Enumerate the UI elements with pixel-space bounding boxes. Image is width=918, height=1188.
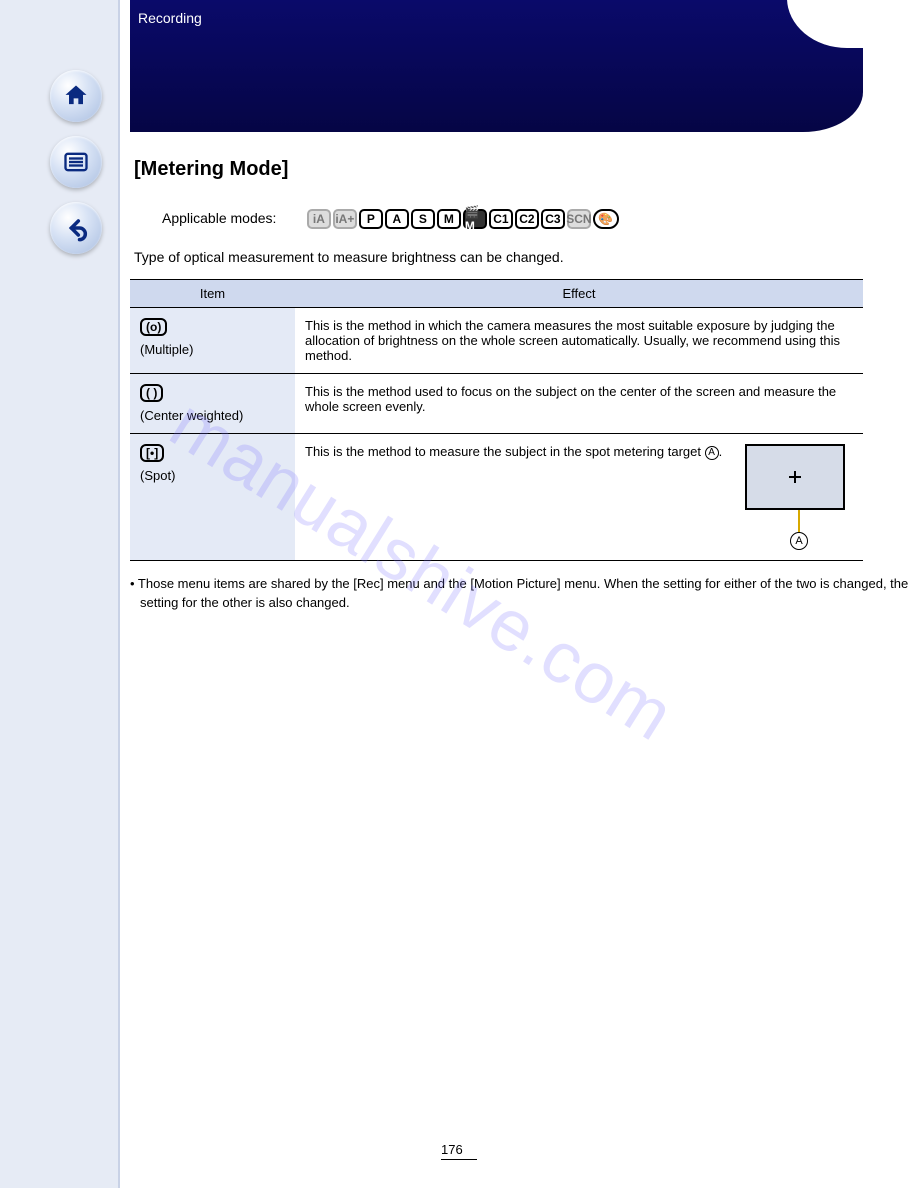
mode-chip-s: S bbox=[411, 209, 435, 229]
marker-a: A bbox=[790, 532, 808, 550]
page-content: Recording [Metering Mode] Applicable mod… bbox=[130, 0, 918, 619]
th-item: Item bbox=[130, 280, 295, 308]
breadcrumb: Recording bbox=[138, 10, 202, 26]
spot-label: (Spot) bbox=[140, 468, 285, 483]
spot-figure: A bbox=[745, 444, 853, 550]
center-effect: This is the method used to focus on the … bbox=[295, 374, 863, 434]
mode-chip-c3: C3 bbox=[541, 209, 565, 229]
table-row: ( ) (Center weighted) This is the method… bbox=[130, 374, 863, 434]
mode-chip-scn: SCN bbox=[567, 209, 591, 229]
table-row: (o) (Multiple) This is the method in whi… bbox=[130, 308, 863, 374]
top-banner: Recording bbox=[130, 0, 863, 132]
intro-text: Type of optical measurement to measure b… bbox=[134, 247, 918, 267]
applicable-modes-row: Applicable modes: iA iA+ P A S M 🎬M C1 C… bbox=[162, 209, 918, 229]
mode-chip-p: P bbox=[359, 209, 383, 229]
metering-table: Item Effect (o) (Multiple) This is the m… bbox=[130, 279, 863, 561]
spot-effect-suffix: . bbox=[719, 444, 723, 459]
multiple-icon: (o) bbox=[140, 318, 167, 336]
spot-effect-cell: A This is the method to measure the subj… bbox=[295, 434, 863, 561]
multiple-label: (Multiple) bbox=[140, 342, 285, 357]
mode-chip-c2: C2 bbox=[515, 209, 539, 229]
mode-chip-iaplus: iA+ bbox=[333, 209, 357, 229]
mode-chip-m: M bbox=[437, 209, 461, 229]
left-rail bbox=[0, 0, 120, 1188]
modes-label: Applicable modes: bbox=[162, 210, 276, 226]
table-row: [•] (Spot) A This is the method to measu… bbox=[130, 434, 863, 561]
center-label: (Center weighted) bbox=[140, 408, 285, 423]
th-effect: Effect bbox=[295, 280, 863, 308]
spot-effect-text: This is the method to measure the subjec… bbox=[305, 444, 705, 459]
back-icon bbox=[62, 214, 90, 242]
menu-button[interactable] bbox=[50, 136, 102, 188]
notes-list: • Those menu items are shared by the [Re… bbox=[130, 575, 918, 613]
mode-chip-movie: 🎬M bbox=[463, 209, 487, 229]
mode-chip-ia: iA bbox=[307, 209, 331, 229]
menu-icon bbox=[62, 148, 90, 176]
marker-a-inline: A bbox=[705, 446, 719, 460]
home-icon bbox=[62, 82, 90, 110]
multiple-effect: This is the method in which the camera m… bbox=[295, 308, 863, 374]
mode-icons: iA iA+ P A S M 🎬M C1 C2 C3 SCN 🎨 bbox=[307, 209, 619, 229]
home-button[interactable] bbox=[50, 70, 102, 122]
section-title: [Metering Mode] bbox=[134, 158, 918, 181]
page-number: 176 bbox=[441, 1142, 477, 1160]
spot-icon: [•] bbox=[140, 444, 164, 462]
back-button[interactable] bbox=[50, 202, 102, 254]
mode-chip-a: A bbox=[385, 209, 409, 229]
center-icon: ( ) bbox=[140, 384, 163, 402]
spot-target-rect bbox=[745, 444, 845, 510]
mode-chip-creative: 🎨 bbox=[593, 209, 619, 229]
mode-chip-c1: C1 bbox=[489, 209, 513, 229]
note-item: • Those menu items are shared by the [Re… bbox=[130, 575, 918, 613]
